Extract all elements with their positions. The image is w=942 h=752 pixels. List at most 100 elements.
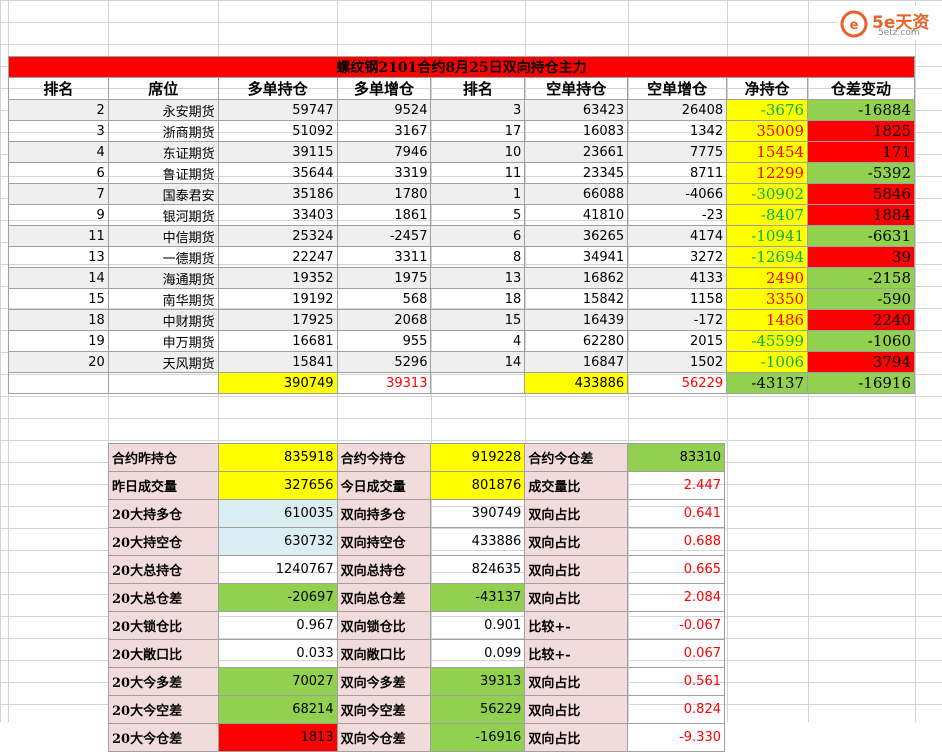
table-cell[interactable]: 7	[8, 183, 109, 205]
table-cell[interactable]: 2015	[627, 330, 728, 352]
summary-label[interactable]: 双向占比	[524, 555, 629, 584]
header-cell[interactable]: 仓差变动	[807, 77, 915, 100]
summary-value[interactable]: -9.330	[627, 723, 725, 752]
header-cell[interactable]: 多单增仓	[336, 77, 432, 100]
table-cell[interactable]: 3272	[627, 246, 728, 268]
table-cell[interactable]: 7775	[627, 141, 728, 163]
summary-label[interactable]: 双向敞口比	[336, 639, 432, 668]
summary-label[interactable]: 双向持多仓	[336, 499, 432, 528]
summary-value[interactable]: 0.824	[627, 695, 725, 724]
table-cell[interactable]: 13	[8, 246, 109, 268]
table-cell[interactable]: 3	[430, 99, 526, 121]
table-cell[interactable]: 3319	[336, 162, 432, 184]
summary-label[interactable]: 双向占比	[524, 695, 629, 724]
table-cell[interactable]: 35644	[217, 162, 338, 184]
table-cell[interactable]: 20	[8, 351, 109, 373]
table-cell[interactable]: 39	[807, 246, 915, 268]
table-cell[interactable]: -6631	[807, 225, 915, 247]
table-cell[interactable]: 6	[8, 162, 109, 184]
summary-value[interactable]: 433886	[430, 527, 526, 556]
table-cell[interactable]: 19352	[217, 267, 338, 289]
table-cell[interactable]: 62280	[524, 330, 629, 352]
table-cell[interactable]: 1502	[627, 351, 728, 373]
table-cell[interactable]: -1060	[807, 330, 915, 352]
summary-label[interactable]: 合约今持仓	[336, 443, 432, 472]
table-cell[interactable]: 5296	[336, 351, 432, 373]
table-cell[interactable]: 永安期货	[107, 99, 219, 121]
table-cell[interactable]: 1486	[726, 309, 809, 331]
summary-label[interactable]: 20大今仓差	[108, 723, 219, 752]
table-cell[interactable]: 2068	[336, 309, 432, 331]
table-cell[interactable]: -16884	[807, 99, 915, 121]
totals-blank[interactable]	[107, 372, 219, 394]
table-cell[interactable]: 41810	[524, 204, 629, 226]
table-cell[interactable]: 15842	[524, 288, 629, 310]
summary-value[interactable]: 0.665	[627, 555, 725, 584]
table-cell[interactable]: 39115	[217, 141, 338, 163]
table-cell[interactable]: 3311	[336, 246, 432, 268]
table-cell[interactable]: 天风期货	[107, 351, 219, 373]
summary-value[interactable]: 919228	[430, 443, 526, 472]
table-cell[interactable]: -172	[627, 309, 728, 331]
table-cell[interactable]: -10941	[726, 225, 809, 247]
table-cell[interactable]: 36265	[524, 225, 629, 247]
table-cell[interactable]: -30902	[726, 183, 809, 205]
table-cell[interactable]: 3	[8, 120, 109, 142]
table-cell[interactable]: 16439	[524, 309, 629, 331]
summary-value[interactable]: 1813	[217, 723, 338, 752]
table-cell[interactable]: 4	[8, 141, 109, 163]
summary-label[interactable]: 双向占比	[524, 583, 629, 612]
summary-label[interactable]: 20大持空仓	[108, 527, 219, 556]
table-cell[interactable]: 22247	[217, 246, 338, 268]
table-cell[interactable]: 1861	[336, 204, 432, 226]
summary-label[interactable]: 20大今空差	[108, 695, 219, 724]
table-cell[interactable]: 南华期货	[107, 288, 219, 310]
header-cell[interactable]: 排名	[430, 77, 526, 100]
summary-label[interactable]: 比较+-	[524, 639, 629, 668]
table-cell[interactable]: 3350	[726, 288, 809, 310]
summary-label[interactable]: 双向总持仓	[336, 555, 432, 584]
table-cell[interactable]: 3167	[336, 120, 432, 142]
summary-label[interactable]: 合约今仓差	[524, 443, 629, 472]
table-cell[interactable]: 16847	[524, 351, 629, 373]
summary-value[interactable]: 0.099	[430, 639, 526, 668]
table-cell[interactable]: 银河期货	[107, 204, 219, 226]
table-cell[interactable]: 14	[8, 267, 109, 289]
table-cell[interactable]: 4	[430, 330, 526, 352]
table-cell[interactable]: 18	[430, 288, 526, 310]
table-cell[interactable]: 15	[8, 288, 109, 310]
summary-value[interactable]: 835918	[217, 443, 338, 472]
summary-value[interactable]: 2.084	[627, 583, 725, 612]
summary-value[interactable]: 327656	[217, 471, 338, 500]
summary-label[interactable]: 双向今多差	[336, 667, 432, 696]
totals-blank[interactable]	[8, 372, 109, 394]
summary-value[interactable]: 801876	[430, 471, 526, 500]
summary-label[interactable]: 双向今空差	[336, 695, 432, 724]
table-cell[interactable]: 11	[430, 162, 526, 184]
header-cell[interactable]: 排名	[8, 77, 109, 100]
table-cell[interactable]: -590	[807, 288, 915, 310]
total-diff[interactable]: -16916	[807, 372, 915, 394]
table-cell[interactable]: 63423	[524, 99, 629, 121]
table-cell[interactable]: 5846	[807, 183, 915, 205]
total-net[interactable]: -43137	[726, 372, 809, 394]
table-cell[interactable]: 9524	[336, 99, 432, 121]
table-cell[interactable]: 5	[430, 204, 526, 226]
header-cell[interactable]: 空单持仓	[524, 77, 629, 100]
header-cell[interactable]: 多单持仓	[217, 77, 338, 100]
table-cell[interactable]: 国泰君安	[107, 183, 219, 205]
summary-value[interactable]: -16916	[430, 723, 526, 752]
table-cell[interactable]: -2457	[336, 225, 432, 247]
table-cell[interactable]: 1825	[807, 120, 915, 142]
table-cell[interactable]: 23345	[524, 162, 629, 184]
table-cell[interactable]: 一德期货	[107, 246, 219, 268]
table-cell[interactable]: 2490	[726, 267, 809, 289]
table-cell[interactable]: 171	[807, 141, 915, 163]
summary-value[interactable]: 0.561	[627, 667, 725, 696]
summary-value[interactable]: 2.447	[627, 471, 725, 500]
total-long-add[interactable]: 39313	[336, 372, 432, 394]
summary-label[interactable]: 双向今仓差	[336, 723, 432, 752]
summary-value[interactable]: 0.067	[627, 639, 725, 668]
table-cell[interactable]: 59747	[217, 99, 338, 121]
table-cell[interactable]: 955	[336, 330, 432, 352]
